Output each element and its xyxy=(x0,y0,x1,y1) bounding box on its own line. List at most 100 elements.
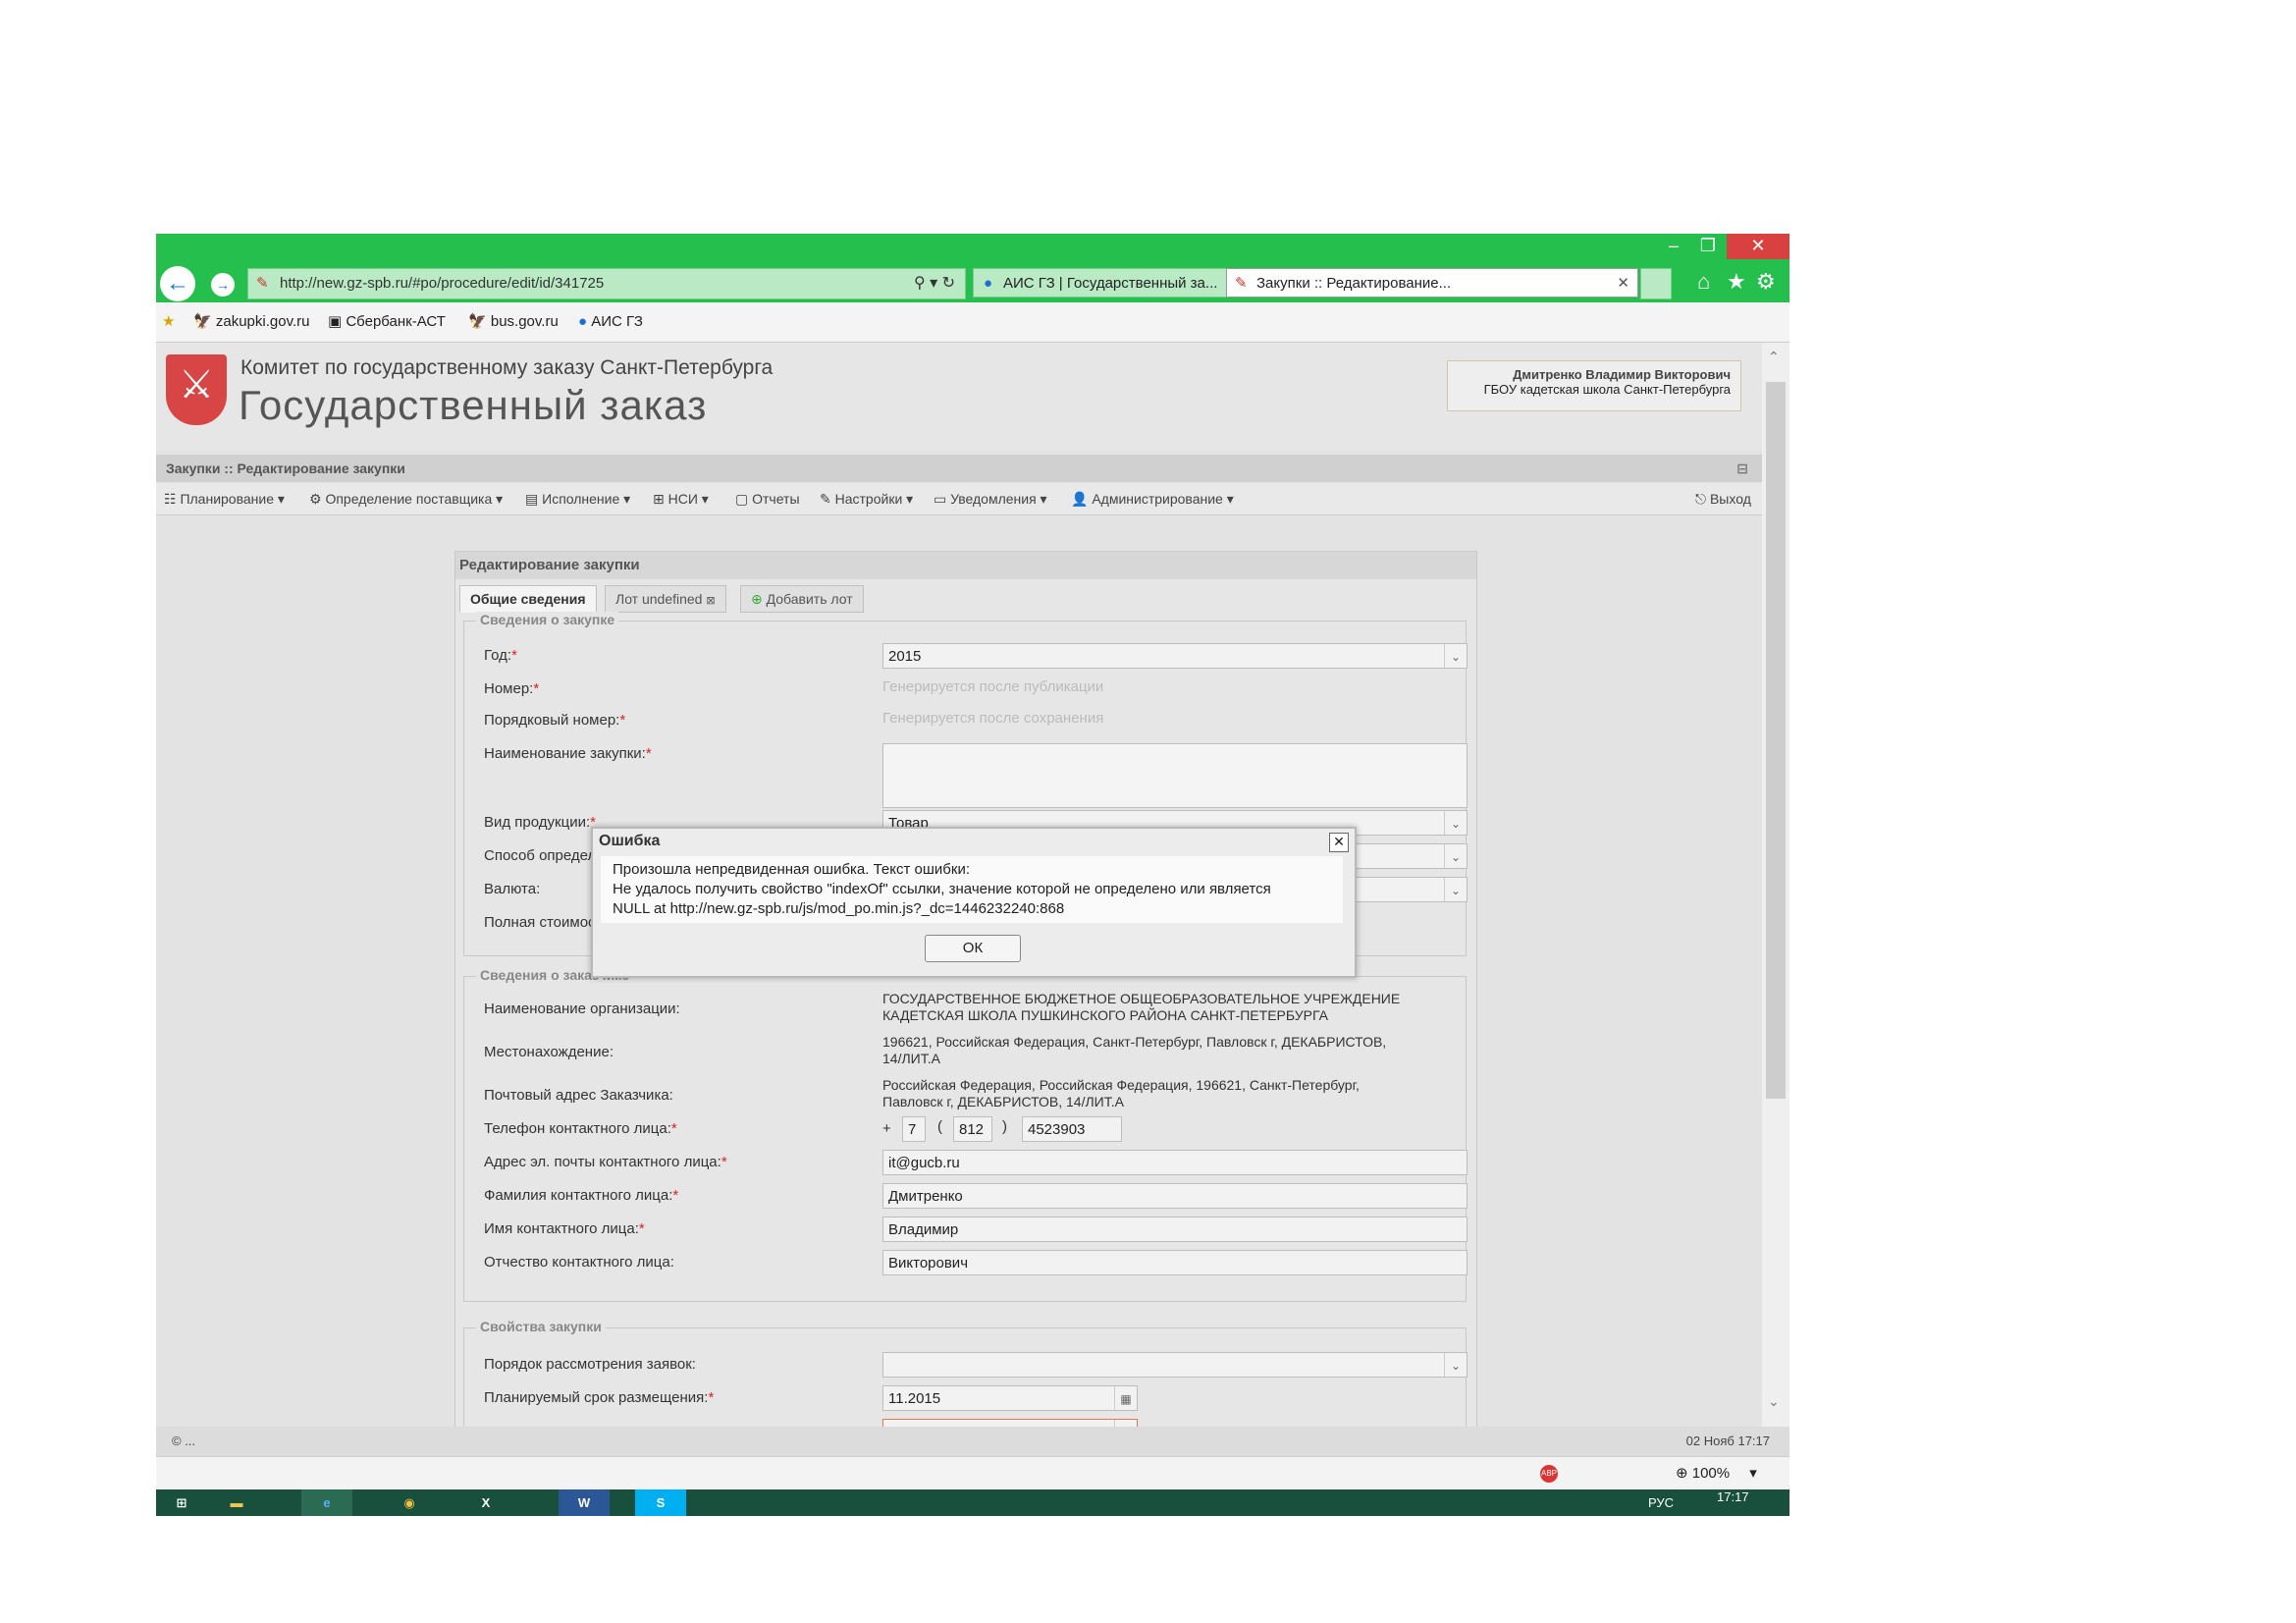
org-line-2: Государственный заказ xyxy=(239,382,708,428)
middlename-field[interactable]: Викторович xyxy=(882,1250,1468,1275)
method-label: Способ определ xyxy=(484,847,597,864)
chevron-down-icon: ⌄ xyxy=(1444,844,1467,868)
chevron-down-icon: ⌄ xyxy=(1444,1353,1467,1377)
org-line-1: Комитет по государственному заказу Санкт… xyxy=(240,356,774,379)
menu-supplier[interactable]: ⚙ Определение поставщика ▾ xyxy=(309,483,503,514)
lastname-field[interactable]: Дмитренко xyxy=(882,1183,1468,1209)
year-label: Год:* xyxy=(484,647,517,664)
globe-icon: ● xyxy=(984,275,993,292)
tab-lot[interactable]: Лот undefined ⊠ xyxy=(605,585,726,613)
menu-notifications[interactable]: ▭ Уведомления ▾ xyxy=(934,483,1047,514)
cost-label: Полная стоимос xyxy=(484,914,596,931)
order-label: Порядок рассмотрения заявок: xyxy=(484,1356,696,1373)
firstname-field[interactable]: Владимир xyxy=(882,1217,1468,1242)
kind-label: Вид продукции:* xyxy=(484,814,596,831)
word-icon[interactable]: W xyxy=(559,1489,610,1516)
forward-button[interactable]: → xyxy=(211,273,235,297)
scroll-thumb[interactable] xyxy=(1766,382,1786,1099)
email-field[interactable]: it@gucb.ru xyxy=(882,1150,1468,1175)
location-value: 196621, Российская Федерация, Санкт-Пете… xyxy=(882,1034,1387,1066)
menu-nsi[interactable]: ⊞ НСИ ▾ xyxy=(653,483,709,514)
user-name: Дмитренко Владимир Викторович xyxy=(1513,367,1731,382)
postal-value: Российская Федерация, Российская Федерац… xyxy=(882,1077,1360,1109)
scroll-up-icon: ⌃ xyxy=(1768,349,1780,364)
error-line: Произошла непредвиденная ошибка. Текст о… xyxy=(613,861,970,878)
phone-country-input[interactable]: 7 xyxy=(902,1116,926,1142)
favorites-star-icon[interactable]: ★ xyxy=(1727,269,1746,295)
term-field[interactable]: 11.2015 ▦ xyxy=(882,1385,1138,1411)
spb-coat-of-arms-logo: ⚔ xyxy=(166,354,227,425)
favorite-label: АИС ГЗ xyxy=(591,313,643,330)
title-bar: – ❐ ✕ xyxy=(156,234,1789,263)
postal-label: Почтовый адрес Заказчика: xyxy=(484,1087,673,1104)
restore-button[interactable]: ❐ xyxy=(1692,234,1724,259)
search-refresh-icon[interactable]: ⚲ ▾ ↻ xyxy=(914,269,955,298)
number-label: Номер:* xyxy=(484,680,540,697)
clock[interactable]: 17:17 xyxy=(1717,1489,1749,1504)
menu-execution[interactable]: ▤ Исполнение ▾ xyxy=(525,483,630,514)
favorite-link[interactable]: ● АИС ГЗ xyxy=(578,302,643,342)
year-select[interactable]: 2015 ⌄ xyxy=(882,643,1468,669)
add-lot-button[interactable]: ⊕ Добавить лот xyxy=(740,585,864,613)
seq-value: Генерируется после сохранения xyxy=(882,710,1104,727)
ok-button[interactable]: ОК xyxy=(925,935,1021,962)
favorite-label: zakupki.gov.ru xyxy=(215,313,310,330)
skype-icon[interactable]: S xyxy=(635,1489,686,1516)
calendar-icon: ▦ xyxy=(1114,1386,1137,1410)
logout-button[interactable]: ⎋ Выход xyxy=(1695,483,1751,514)
favorites-add-icon[interactable]: ★ xyxy=(162,302,175,342)
favorite-link[interactable]: 🦅 bus.gov.ru xyxy=(468,302,559,342)
start-icon[interactable]: ⊞ xyxy=(156,1489,207,1516)
tab-label: АИС ГЗ | Государственный за... xyxy=(1003,275,1218,292)
site-header: ⚔ Комитет по государственному заказу Сан… xyxy=(156,343,1762,451)
user-org: ГБОУ кадетская школа Санкт-Петербурга xyxy=(1483,382,1731,397)
back-button[interactable]: ← xyxy=(160,266,195,301)
tab-general[interactable]: Общие сведения xyxy=(459,585,597,613)
new-tab-button[interactable] xyxy=(1640,268,1672,299)
lastname-label: Фамилия контактного лица:* xyxy=(484,1187,679,1204)
chevron-down-icon: ⌄ xyxy=(1444,644,1467,668)
org-label: Наименование организации: xyxy=(484,1001,680,1017)
seq-label: Порядковый номер:* xyxy=(484,712,626,729)
email-label: Адрес эл. почты контактного лица:* xyxy=(484,1154,727,1170)
menu-reports[interactable]: ▢ Отчеты xyxy=(735,483,800,514)
menu-planning[interactable]: ☷ Планирование ▾ xyxy=(164,483,285,514)
home-icon[interactable]: ⌂ xyxy=(1697,269,1710,295)
section-legend: Свойства закупки xyxy=(476,1319,606,1334)
close-tab-icon[interactable]: ✕ xyxy=(1617,269,1629,297)
adblock-icon[interactable]: ABP xyxy=(1540,1465,1558,1483)
ie-icon[interactable]: e xyxy=(301,1489,352,1516)
explorer-icon[interactable]: ▬ xyxy=(211,1489,262,1516)
close-window-button[interactable]: ✕ xyxy=(1727,234,1789,259)
error-dialog: Ошибка ✕ Произошла непредвиденная ошибка… xyxy=(591,827,1357,978)
app-status-bar: © ... 02 Нояб 17:17 xyxy=(156,1427,1789,1456)
page-icon: ✎ xyxy=(1235,275,1248,292)
menu-admin[interactable]: 👤 Администрирование ▾ xyxy=(1071,483,1234,514)
phone-close-paren: ) xyxy=(1002,1118,1007,1135)
language-indicator[interactable]: РУС xyxy=(1648,1495,1674,1510)
excel-icon[interactable]: X xyxy=(460,1489,511,1516)
dialog-title: Ошибка xyxy=(599,833,661,849)
phone-number-input[interactable]: 4523903 xyxy=(1022,1116,1122,1142)
zoom-control[interactable]: ⊕ 100% ▾ xyxy=(1676,1457,1757,1490)
tab-zakupki[interactable]: ✎ Закупки :: Редактирование... ✕ xyxy=(1226,268,1638,298)
gear-icon[interactable]: ⚙ xyxy=(1756,269,1776,295)
favorite-link[interactable]: ▣ Сбербанк-АСТ xyxy=(328,302,446,342)
menu-settings[interactable]: ✎ Настройки ▾ xyxy=(820,483,913,514)
chrome-icon[interactable]: ◉ xyxy=(384,1489,435,1516)
tab-label: Закупки :: Редактирование... xyxy=(1256,275,1452,292)
collapse-icon[interactable]: ⊟ xyxy=(1736,455,1748,482)
vertical-scrollbar[interactable]: ⌃ ⌄ xyxy=(1762,343,1789,1427)
dialog-message: Произошла непредвиденная ошибка. Текст о… xyxy=(601,856,1343,923)
name-label: Наименование закупки:* xyxy=(484,745,652,762)
address-bar[interactable]: ✎ http://new.gz-spb.ru/#po/procedure/edi… xyxy=(247,268,966,299)
user-info[interactable]: Дмитренко Владимир Викторович ГБОУ кадет… xyxy=(1447,360,1741,411)
favorite-link[interactable]: 🦅 zakupki.gov.ru xyxy=(193,302,309,342)
address-row: ← → ✎ http://new.gz-spb.ru/#po/procedure… xyxy=(156,263,1789,302)
name-textarea[interactable] xyxy=(882,743,1468,808)
close-icon[interactable]: ✕ xyxy=(1329,833,1349,852)
minimize-button[interactable]: – xyxy=(1658,234,1689,259)
url-text: http://new.gz-spb.ru/#po/procedure/edit/… xyxy=(280,275,605,292)
phone-code-input[interactable]: 812 xyxy=(953,1116,992,1142)
order-select[interactable]: ⌄ xyxy=(882,1352,1468,1378)
